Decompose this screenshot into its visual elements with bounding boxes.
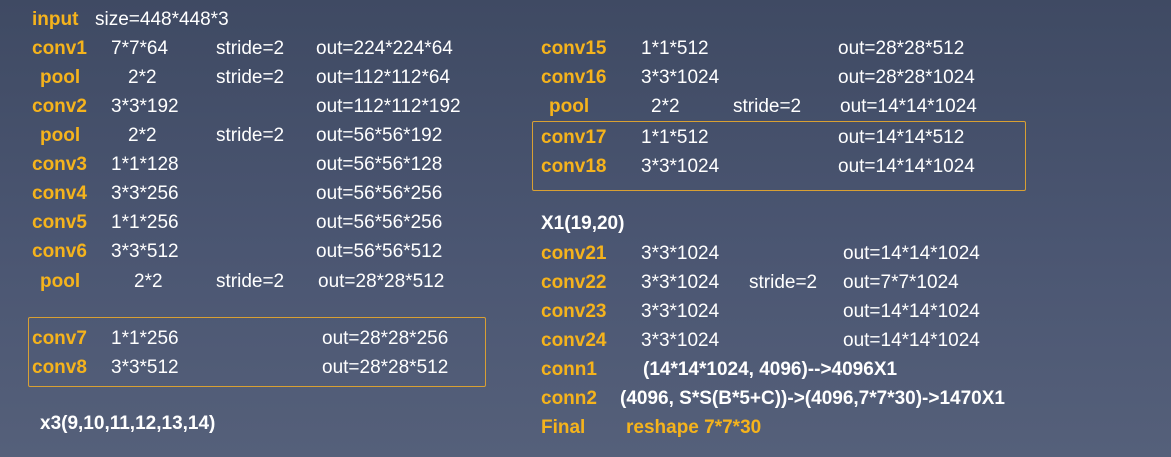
layer-kernel: 1*1*256 — [111, 328, 179, 349]
layer-out: out=112*112*64 — [316, 67, 451, 88]
layer-out: out=56*56*256 — [316, 212, 443, 233]
layer-kernel: 3*3*192 — [111, 96, 179, 117]
layer-stride: stride=2 — [216, 67, 285, 88]
fc-text: reshape 7*7*30 — [626, 417, 762, 438]
layer-stride: stride=2 — [733, 96, 802, 117]
layer-out: out=14*14*1024 — [838, 156, 975, 177]
layer-kernel: 3*3*1024 — [641, 330, 720, 351]
layer-out: out=28*28*512 — [838, 38, 965, 59]
repeat-note: X1(19,20) — [541, 213, 625, 234]
layer-kernel: 3*3*1024 — [641, 243, 720, 264]
layer-kernel: 3*3*1024 — [641, 301, 720, 322]
layer-out: out=28*28*256 — [322, 328, 449, 349]
layer-out: out=56*56*256 — [316, 183, 443, 204]
layer-stride: stride=2 — [216, 271, 285, 292]
layer-out: out=56*56*192 — [316, 125, 443, 146]
input-label: input — [32, 9, 79, 30]
layer-name: conv24 — [541, 330, 607, 351]
layer-kernel: 3*3*1024 — [641, 272, 720, 293]
layer-kernel: 1*1*256 — [111, 212, 179, 233]
layer-out: out=28*28*1024 — [838, 67, 975, 88]
layer-kernel: 3*3*1024 — [641, 156, 720, 177]
layer-name: conv17 — [541, 127, 607, 148]
layer-kernel: 7*7*64 — [111, 38, 169, 59]
layer-name: conv16 — [541, 67, 607, 88]
layer-stride: stride=2 — [216, 38, 285, 59]
layer-kernel: 1*1*512 — [641, 38, 709, 59]
layer-out: out=14*14*512 — [838, 127, 965, 148]
layer-kernel: 2*2 — [134, 271, 163, 292]
layer-name: conv15 — [541, 38, 607, 59]
layer-stride: stride=2 — [216, 125, 285, 146]
layer-kernel: 3*3*512 — [111, 357, 179, 378]
fc-text: (14*14*1024, 4096)-->4096X1 — [643, 359, 898, 380]
layer-name: conv18 — [541, 156, 607, 177]
layer-name: conv3 — [32, 154, 87, 175]
layer-name: conv1 — [32, 38, 87, 59]
layer-out: out=224*224*64 — [316, 38, 453, 59]
layer-kernel: 2*2 — [651, 96, 680, 117]
layer-name: pool — [549, 96, 590, 117]
fc-name: conn2 — [541, 388, 597, 409]
layer-name: conv4 — [32, 183, 87, 204]
layer-name: pool — [40, 125, 81, 146]
layer-out: out=14*14*1024 — [843, 330, 980, 351]
layer-out: out=112*112*192 — [316, 96, 461, 117]
layer-out: out=14*14*1024 — [840, 96, 977, 117]
layer-stride: stride=2 — [749, 272, 818, 293]
layer-out: out=28*28*512 — [318, 271, 445, 292]
layer-name: conv8 — [32, 357, 87, 378]
layer-kernel: 1*1*512 — [641, 127, 709, 148]
layer-out: out=14*14*1024 — [843, 301, 980, 322]
fc-name: conn1 — [541, 359, 597, 380]
layer-name: pool — [40, 67, 81, 88]
layer-kernel: 3*3*1024 — [641, 67, 720, 88]
layer-kernel: 1*1*128 — [111, 154, 179, 175]
layer-name: conv22 — [541, 272, 607, 293]
input-size: size=448*448*3 — [95, 9, 229, 30]
layer-name: conv6 — [32, 241, 87, 262]
repeat-note: x3(9,10,11,12,13,14) — [40, 413, 216, 434]
layer-kernel: 3*3*256 — [111, 183, 179, 204]
layer-out: out=7*7*1024 — [843, 272, 959, 293]
layer-kernel: 2*2 — [128, 125, 157, 146]
layer-kernel: 2*2 — [128, 67, 157, 88]
layer-out: out=56*56*512 — [316, 241, 443, 262]
layer-out: out=14*14*1024 — [843, 243, 980, 264]
fc-name: Final — [541, 417, 586, 438]
layer-name: pool — [40, 271, 81, 292]
layer-out: out=56*56*128 — [316, 154, 443, 175]
layer-name: conv2 — [32, 96, 87, 117]
layer-name: conv23 — [541, 301, 607, 322]
layer-kernel: 3*3*512 — [111, 241, 179, 262]
fc-text: (4096, S*S(B*5+C))->(4096,7*7*30)->1470X… — [620, 388, 1005, 409]
layer-out: out=28*28*512 — [322, 357, 449, 378]
layer-name: conv21 — [541, 243, 607, 264]
layer-name: conv5 — [32, 212, 87, 233]
layer-name: conv7 — [32, 328, 87, 349]
